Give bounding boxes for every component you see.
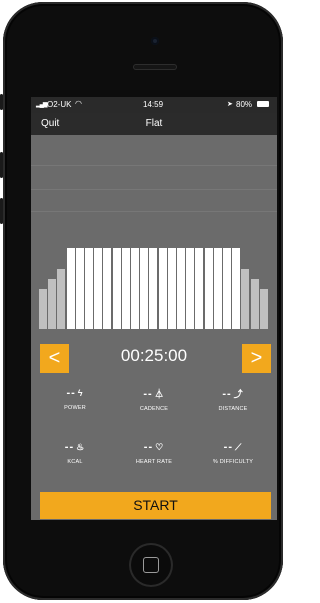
start-button[interactable]: START bbox=[40, 492, 271, 519]
volume-down-button bbox=[0, 198, 3, 224]
chart-bar bbox=[195, 248, 204, 329]
chart-bar bbox=[48, 278, 57, 329]
metric-value: -- bbox=[64, 441, 75, 453]
slope-icon: ⟋ bbox=[235, 442, 243, 452]
chart-bar bbox=[213, 248, 222, 329]
chart-gridline bbox=[31, 211, 277, 212]
metric-label: DISTANCE bbox=[218, 406, 248, 412]
flame-icon: ♨ bbox=[76, 442, 86, 452]
metronome-icon: ⏃ bbox=[154, 389, 165, 399]
metric-power: -- ϟ POWER bbox=[40, 387, 110, 411]
chart-bar bbox=[75, 248, 84, 329]
chart-bar bbox=[167, 248, 176, 329]
chart-bar bbox=[57, 268, 66, 329]
chart-bar bbox=[204, 248, 213, 329]
metric-value: -- bbox=[66, 387, 76, 399]
chart-bar bbox=[259, 288, 268, 329]
chart-bar bbox=[121, 248, 130, 329]
volume-up-button bbox=[0, 152, 3, 178]
metric-cadence: -- ⏃ CADENCE bbox=[119, 387, 189, 412]
chart-bar bbox=[186, 248, 195, 329]
workout-title: Flat bbox=[145, 118, 163, 129]
chart-bar bbox=[158, 248, 167, 329]
chart-bar bbox=[85, 248, 93, 329]
next-workout-button[interactable]: > bbox=[242, 344, 271, 373]
chart-bar bbox=[131, 248, 139, 329]
chart-bar bbox=[232, 248, 241, 329]
chart-bar bbox=[149, 248, 158, 329]
metric-heart-rate: -- ♡ HEART RATE bbox=[119, 441, 189, 465]
battery-percent: 80% bbox=[236, 100, 253, 109]
wifi-icon: ◠ bbox=[75, 99, 82, 108]
lightning-icon: ϟ bbox=[77, 388, 84, 398]
route-icon: ⤴ bbox=[233, 389, 244, 399]
home-button[interactable] bbox=[129, 543, 173, 587]
earpiece-speaker bbox=[133, 64, 177, 70]
heart-icon: ♡ bbox=[155, 442, 165, 452]
signal-icon: ▂▄▆ bbox=[36, 102, 48, 108]
mute-switch bbox=[0, 94, 3, 110]
chart-bar bbox=[39, 288, 47, 329]
metric-difficulty: -- ⟋ % DIFFICULTY bbox=[198, 441, 268, 465]
chart-bar bbox=[66, 248, 75, 329]
metric-value: -- bbox=[222, 388, 232, 400]
metric-label: CADENCE bbox=[139, 406, 169, 412]
location-icon: ➤ bbox=[227, 101, 233, 108]
front-camera bbox=[151, 37, 159, 45]
workout-profile-chart bbox=[39, 239, 269, 329]
battery-icon bbox=[257, 101, 269, 107]
chart-bar bbox=[223, 248, 231, 329]
status-time: 14:59 bbox=[143, 100, 164, 109]
chart-gridline bbox=[31, 189, 277, 190]
metric-value: -- bbox=[223, 441, 233, 453]
metric-label: HEART RATE bbox=[135, 459, 173, 465]
app-screen: ▂▄▆ O2-UK ◠ 14:59 ➤ 80% Quit Flat < 00:2… bbox=[31, 97, 277, 520]
chart-bar bbox=[177, 248, 185, 329]
chart-gridline bbox=[31, 165, 277, 166]
metric-label: % DIFFICULTY bbox=[212, 459, 254, 465]
nav-bar: Quit Flat bbox=[31, 113, 277, 135]
chart-bar bbox=[140, 248, 149, 329]
metric-label: KCAL bbox=[67, 459, 83, 465]
chart-bar bbox=[112, 248, 121, 329]
chart-bar bbox=[103, 248, 112, 329]
chart-bar bbox=[250, 278, 259, 329]
metric-distance: -- ⤴ DISTANCE bbox=[198, 387, 268, 412]
duration-timer: 00:25:00 bbox=[120, 346, 188, 365]
carrier-label: O2-UK bbox=[47, 100, 72, 109]
chart-bar bbox=[241, 268, 250, 329]
metric-kcal: -- ♨ KCAL bbox=[40, 441, 110, 465]
chart-bar bbox=[94, 248, 103, 329]
metric-label: POWER bbox=[64, 405, 86, 411]
metric-value: -- bbox=[143, 388, 153, 400]
status-bar: ▂▄▆ O2-UK ◠ 14:59 ➤ 80% bbox=[31, 97, 277, 113]
metric-value: -- bbox=[143, 441, 154, 453]
home-square-icon bbox=[143, 557, 159, 573]
